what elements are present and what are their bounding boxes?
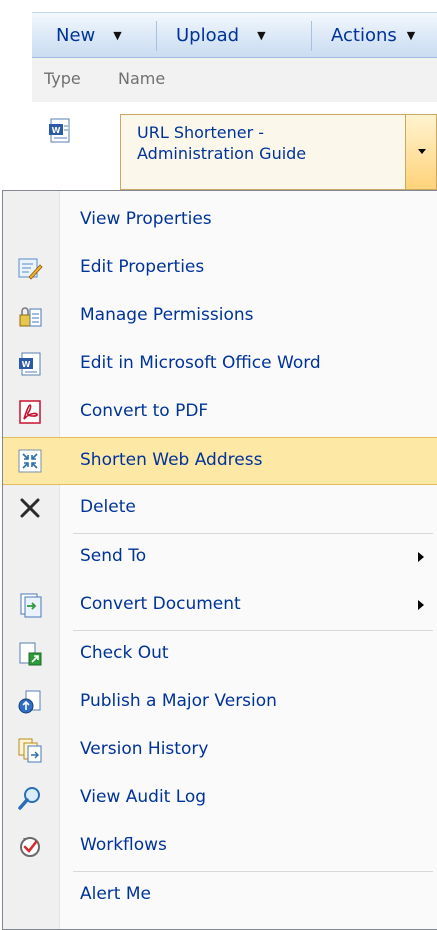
menu-item-convert-to-pdf[interactable]: Convert to PDF [3,389,437,437]
menu-item-delete[interactable]: Delete [3,485,437,533]
edit-properties-icon [18,258,43,280]
menu-item-alert-me[interactable]: Alert Me [3,872,437,920]
actions-label: Actions [331,24,397,46]
column-type[interactable]: Type [44,69,81,88]
actions-menu-button[interactable]: Actions ▼ [331,13,415,57]
menu-item-label: Workflows [80,835,167,855]
document-title-link[interactable]: URL Shortener - Administration Guide [120,114,405,190]
document-title-line2: Administration Guide [137,144,307,163]
svg-text:W: W [22,360,31,369]
menu-item-check-out[interactable]: Check Out [3,631,437,679]
delete-x-icon [20,498,40,518]
menu-item-edit-in-word[interactable]: W Edit in Microsoft Office Word [3,341,437,389]
toolbar-divider [311,21,312,51]
submenu-arrow-icon [418,552,424,562]
chevron-down-icon: ▼ [257,28,266,42]
chevron-down-icon: ▼ [113,28,122,42]
submenu-arrow-icon [418,600,424,610]
check-out-icon [19,642,42,666]
menu-item-label: Shorten Web Address [80,450,263,470]
menu-item-workflows[interactable]: Workflows [3,823,437,871]
column-header-row: Type Name [32,58,437,102]
word-document-icon: W [19,352,41,376]
shorten-url-icon [18,449,42,473]
item-dropdown-button[interactable] [405,114,437,190]
version-history-icon [18,738,42,763]
menu-item-label: Convert to PDF [80,401,209,421]
menu-item-convert-document[interactable]: Convert Document [3,582,437,630]
list-toolbar: New ▼ Upload ▼ Actions ▼ [32,12,437,58]
menu-item-view-properties[interactable]: View Properties [3,197,437,245]
menu-item-label: Delete [80,497,136,517]
menu-item-edit-properties[interactable]: Edit Properties [3,245,437,293]
menu-item-view-audit-log[interactable]: View Audit Log [3,775,437,823]
upload-label: Upload [176,24,240,46]
menu-item-label: Version History [80,739,209,759]
menu-item-version-history[interactable]: Version History [3,727,437,775]
convert-document-icon [20,593,42,618]
svg-text:W: W [52,126,61,135]
menu-item-label: Alert Me [80,884,151,904]
chevron-down-icon [418,149,426,154]
pdf-icon [19,400,41,424]
menu-item-manage-permissions[interactable]: Manage Permissions [3,293,437,341]
menu-item-label: View Audit Log [80,787,207,807]
new-label: New [56,24,96,46]
menu-item-label: Publish a Major Version [80,691,277,711]
menu-item-send-to[interactable]: Send To [3,534,437,582]
menu-item-shorten-web-address[interactable]: Shorten Web Address [3,437,437,485]
menu-item-label: Send To [80,546,147,566]
menu-item-publish-major-version[interactable]: Publish a Major Version [3,679,437,727]
menu-item-label: Edit in Microsoft Office Word [80,353,321,373]
manage-permissions-icon [19,307,42,327]
new-menu-button[interactable]: New ▼ [56,13,122,57]
menu-item-label: Check Out [80,643,169,663]
workflows-icon [20,837,40,857]
menu-item-label: Manage Permissions [80,305,254,325]
menu-item-label: View Properties [80,209,212,229]
column-name[interactable]: Name [118,69,165,88]
menu-item-label: Edit Properties [80,257,205,277]
toolbar-divider [156,21,157,51]
item-context-menu: View Properties Edit Properties Manage P… [2,190,437,930]
magnifier-icon [18,787,40,810]
menu-item-label: Convert Document [80,594,241,614]
word-document-icon[interactable]: W [48,118,72,144]
publish-icon [18,690,41,714]
document-title-line1: URL Shortener - [137,123,265,142]
chevron-down-icon: ▼ [406,28,416,42]
upload-menu-button[interactable]: Upload ▼ [176,13,266,57]
